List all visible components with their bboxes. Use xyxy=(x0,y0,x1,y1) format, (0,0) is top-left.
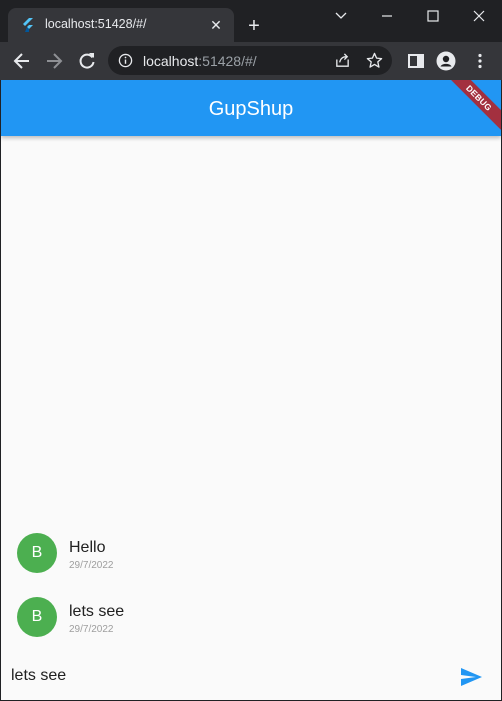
browser-tab[interactable]: localhost:51428/#/ ✕ xyxy=(8,8,234,42)
message-date: 29/7/2022 xyxy=(69,560,114,571)
tab-close-icon[interactable]: ✕ xyxy=(208,17,224,33)
site-info-icon[interactable] xyxy=(118,53,133,68)
minimize-button[interactable] xyxy=(364,0,410,32)
send-icon[interactable] xyxy=(459,665,483,689)
side-panel-icon[interactable] xyxy=(406,51,426,71)
minimize-icon xyxy=(382,15,392,17)
browser-tabstrip: localhost:51428/#/ ✕ + xyxy=(0,0,502,42)
chevron-down-icon xyxy=(335,12,347,19)
list-item[interactable]: B Hello 29/7/2022 xyxy=(1,516,501,580)
app-title: GupShup xyxy=(208,98,294,120)
reload-icon[interactable] xyxy=(77,51,97,71)
url-text: localhost:51428/#/ xyxy=(143,53,257,69)
message-text: lets see xyxy=(69,603,125,620)
share-icon[interactable] xyxy=(334,52,351,69)
more-menu-icon[interactable] xyxy=(470,51,490,71)
close-icon xyxy=(473,10,485,22)
close-window-button[interactable] xyxy=(456,0,502,32)
bookmark-star-icon[interactable] xyxy=(366,52,383,69)
maximize-button[interactable] xyxy=(410,0,456,32)
app-viewport: GupShup DEBUG B Hello 29/7/2022 B lets s… xyxy=(1,80,501,700)
message-list: B Hello 29/7/2022 B lets see 29/7/2022 xyxy=(1,516,501,644)
list-item[interactable]: B lets see 29/7/2022 xyxy=(1,580,501,644)
message-date: 29/7/2022 xyxy=(69,624,114,635)
url-host: localhost xyxy=(143,53,199,69)
tab-title: localhost:51428/#/ xyxy=(45,17,147,31)
message-composer xyxy=(1,656,501,700)
tab-search-button[interactable] xyxy=(318,0,364,32)
flutter-favicon-icon xyxy=(23,18,33,32)
browser-toolbar: localhost:51428/#/ xyxy=(0,42,502,80)
back-arrow-icon[interactable] xyxy=(12,51,32,71)
url-path: :51428/#/ xyxy=(198,53,257,69)
address-bar[interactable]: localhost:51428/#/ xyxy=(108,46,392,75)
message-input[interactable] xyxy=(11,665,441,687)
app-bar: GupShup xyxy=(1,80,501,136)
maximize-icon xyxy=(427,10,439,22)
message-text: Hello xyxy=(69,539,106,556)
forward-arrow-icon[interactable] xyxy=(44,51,64,71)
new-tab-button[interactable]: + xyxy=(244,16,264,36)
profile-avatar-icon[interactable] xyxy=(436,51,456,71)
avatar: B xyxy=(17,533,57,573)
avatar: B xyxy=(17,597,57,637)
